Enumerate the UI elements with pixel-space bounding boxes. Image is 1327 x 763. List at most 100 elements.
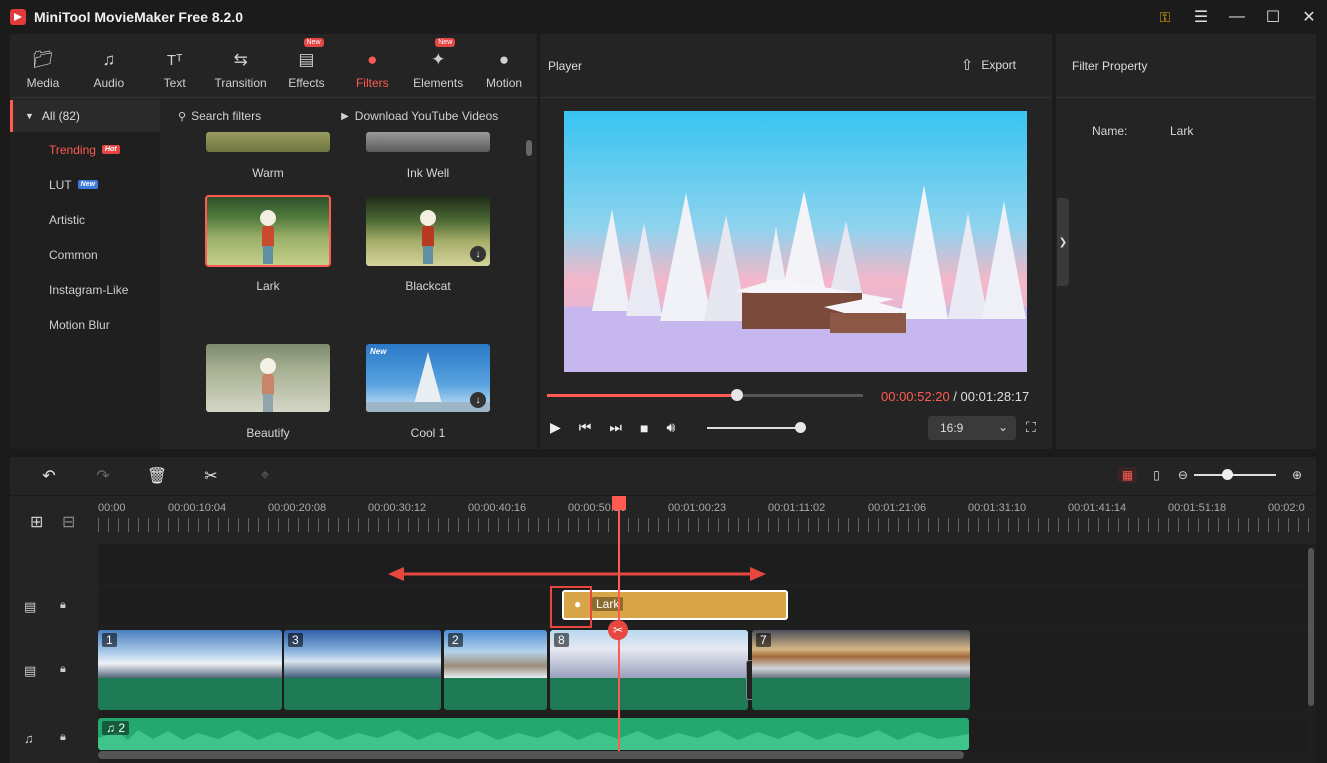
player-title: Player bbox=[548, 58, 583, 73]
lock-icon[interactable]: 🔒︎ bbox=[60, 663, 66, 676]
clip-thumbnail bbox=[284, 630, 441, 678]
ruler-label: 00:00 bbox=[98, 502, 126, 514]
hot-badge: Hot bbox=[101, 145, 120, 154]
audio-clip[interactable]: ♫ 2 bbox=[98, 718, 969, 750]
time-ruler[interactable]: 00:00 00:00:10:04 00:00:20:08 00:00:30:1… bbox=[98, 496, 1316, 544]
category-trending[interactable]: Trending Hot bbox=[10, 132, 160, 167]
filter-thumb-warm[interactable] bbox=[206, 132, 330, 152]
filter-thumb-blackcat[interactable]: ↓ bbox=[366, 196, 490, 266]
timeline-vertical-scrollbar[interactable] bbox=[1308, 548, 1314, 706]
timeline: ⊞ ⊟ ▤ 🔒︎ ▤ 🔒︎ ♫ 🔒︎ 00:00 00:00:10:04 00:… bbox=[10, 496, 1316, 763]
lock-icon[interactable]: 🔒︎ bbox=[60, 599, 66, 612]
tab-transition[interactable]: ⇆ Transition bbox=[208, 34, 274, 97]
tab-elements[interactable]: New ✦ Elements bbox=[405, 34, 471, 97]
filter-thumb-cool1[interactable]: New ↓ bbox=[366, 344, 490, 412]
youtube-icon: ▶ bbox=[341, 110, 349, 122]
download-icon[interactable]: ↓ bbox=[470, 392, 486, 408]
winter-scene-image bbox=[564, 111, 1027, 372]
undo-icon[interactable]: ↶ bbox=[22, 466, 76, 486]
clip-trim-handle[interactable] bbox=[550, 586, 592, 628]
play-icon[interactable]: ▶ bbox=[550, 419, 561, 436]
video-clip[interactable]: 2 bbox=[444, 630, 547, 710]
ruler-label: 00:01:41:14 bbox=[1068, 502, 1127, 514]
volume-icon[interactable]: 🔊︎ bbox=[666, 419, 675, 436]
split-marker-icon[interactable]: ✂ bbox=[608, 620, 628, 640]
progress-knob[interactable] bbox=[730, 389, 743, 401]
ruler-label: 00:00:40:16 bbox=[468, 502, 527, 514]
tab-label: Media bbox=[26, 76, 60, 90]
fit-timeline-icon[interactable]: ▯ bbox=[1153, 468, 1160, 482]
tab-filters[interactable]: ● Filters bbox=[339, 34, 405, 97]
clip-thumbnail bbox=[550, 630, 748, 678]
redo-icon[interactable]: ↷ bbox=[76, 466, 130, 486]
category-label: LUT bbox=[49, 177, 72, 192]
export-button[interactable]: ⇧ Export bbox=[961, 56, 1016, 74]
zoom-knob[interactable] bbox=[1221, 469, 1233, 480]
video-clip[interactable]: 8 bbox=[550, 630, 748, 710]
zoom-in-icon[interactable]: ⊕ bbox=[1292, 468, 1302, 482]
filter-property-panel: Filter Property Name: Lark bbox=[1056, 34, 1316, 449]
remove-track-icon[interactable]: ⊟ bbox=[62, 512, 75, 532]
playback-progress[interactable] bbox=[547, 389, 863, 401]
filter-thumb-inkwell[interactable] bbox=[366, 132, 490, 152]
menu-icon[interactable]: ☰ bbox=[1183, 0, 1219, 34]
aspect-ratio-select[interactable]: 16:9 ⌄ bbox=[928, 416, 1016, 440]
tab-label: Audio bbox=[93, 76, 125, 90]
filter-clip-lark[interactable]: ● Lark bbox=[562, 590, 788, 620]
crop-icon[interactable]: ⌖ bbox=[238, 467, 292, 485]
fullscreen-icon[interactable]: ⛶ bbox=[1026, 419, 1036, 436]
volume-slider[interactable] bbox=[707, 422, 807, 433]
video-preview[interactable] bbox=[564, 111, 1027, 372]
collapse-panel-button[interactable]: ❯ bbox=[1057, 198, 1069, 286]
zoom-out-icon[interactable]: ⊖ bbox=[1178, 468, 1188, 482]
tab-motion[interactable]: ● Motion bbox=[471, 34, 537, 97]
download-youtube-button[interactable]: ▶ Download YouTube Videos bbox=[341, 109, 498, 123]
filter-thumb-beautify[interactable] bbox=[206, 344, 330, 412]
split-icon[interactable]: ✂ bbox=[184, 466, 238, 486]
category-common[interactable]: Common bbox=[10, 237, 160, 272]
filter-scrollbar[interactable] bbox=[526, 140, 532, 156]
category-artistic[interactable]: Artistic bbox=[10, 202, 160, 237]
export-icon: ⇧ bbox=[960, 57, 974, 74]
download-icon[interactable]: ↓ bbox=[470, 246, 486, 262]
maximize-icon[interactable]: ☐ bbox=[1255, 0, 1291, 34]
video-track-icon: ▤ bbox=[24, 663, 37, 678]
property-name-value: Lark bbox=[1170, 124, 1194, 138]
tab-text[interactable]: Tᵀ Text bbox=[142, 34, 208, 97]
ruler-label: 00:00:20:08 bbox=[268, 502, 327, 514]
category-all-label: All (82) bbox=[41, 109, 80, 123]
video-clip[interactable]: 1 bbox=[98, 630, 282, 710]
player-panel: Player ⇧ Export 00:00:52:20 / 00:01:28:1… bbox=[540, 34, 1052, 449]
search-input[interactable]: ⚲ Search filters bbox=[178, 109, 261, 123]
category-motion-blur[interactable]: Motion Blur bbox=[10, 307, 160, 342]
previous-frame-icon[interactable]: ⏮︎ bbox=[579, 419, 592, 436]
category-lut[interactable]: LUT New bbox=[10, 167, 160, 202]
category-instagram-like[interactable]: Instagram-Like bbox=[10, 272, 160, 307]
next-frame-icon[interactable]: ⏭︎ bbox=[609, 419, 622, 436]
stop-icon[interactable]: ■ bbox=[640, 420, 648, 436]
zoom-slider[interactable] bbox=[1193, 469, 1276, 480]
tab-effects[interactable]: New ▤ Effects bbox=[274, 34, 340, 97]
playhead-handle[interactable] bbox=[612, 496, 626, 510]
minimize-icon[interactable]: — bbox=[1219, 0, 1255, 34]
video-clip[interactable]: 7 bbox=[752, 630, 970, 710]
delete-icon[interactable]: 🗑︎ bbox=[130, 466, 184, 486]
category-all[interactable]: ▼ All (82) bbox=[10, 100, 160, 132]
tab-media[interactable]: 📁︎ Media bbox=[10, 34, 76, 97]
new-badge: New bbox=[303, 38, 324, 47]
filter-thumb-lark[interactable] bbox=[205, 195, 331, 267]
split-screen-icon[interactable]: ▦ bbox=[1117, 467, 1138, 483]
volume-knob[interactable] bbox=[795, 422, 807, 433]
video-clip[interactable]: 3 bbox=[284, 630, 441, 710]
add-track-icon[interactable]: ⊞ bbox=[30, 512, 43, 532]
lock-icon[interactable]: 🔒︎ bbox=[60, 731, 66, 744]
motion-icon: ● bbox=[498, 50, 510, 69]
drag-arrows bbox=[388, 567, 766, 581]
audio-waveform bbox=[98, 730, 969, 750]
filter-label: Blackcat bbox=[405, 279, 451, 293]
key-icon[interactable]: ⚿ bbox=[1147, 0, 1183, 34]
app-title: MiniTool MovieMaker Free 8.2.0 bbox=[34, 9, 244, 25]
timeline-horizontal-scrollbar[interactable] bbox=[98, 751, 964, 759]
close-icon[interactable]: ✕ bbox=[1291, 0, 1327, 34]
tab-audio[interactable]: ♫ Audio bbox=[76, 34, 142, 97]
